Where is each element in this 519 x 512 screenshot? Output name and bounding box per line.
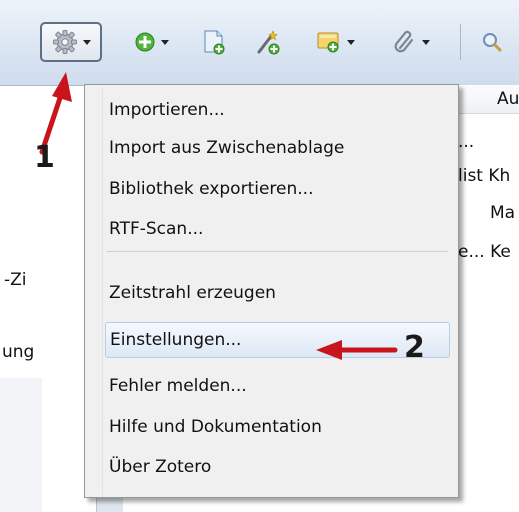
annotation-number-2: 2: [404, 330, 425, 365]
annotation-arrow-2: [316, 340, 398, 360]
annotation-number-1: 1: [34, 140, 55, 175]
annotation-overlay: [39, 72, 398, 360]
